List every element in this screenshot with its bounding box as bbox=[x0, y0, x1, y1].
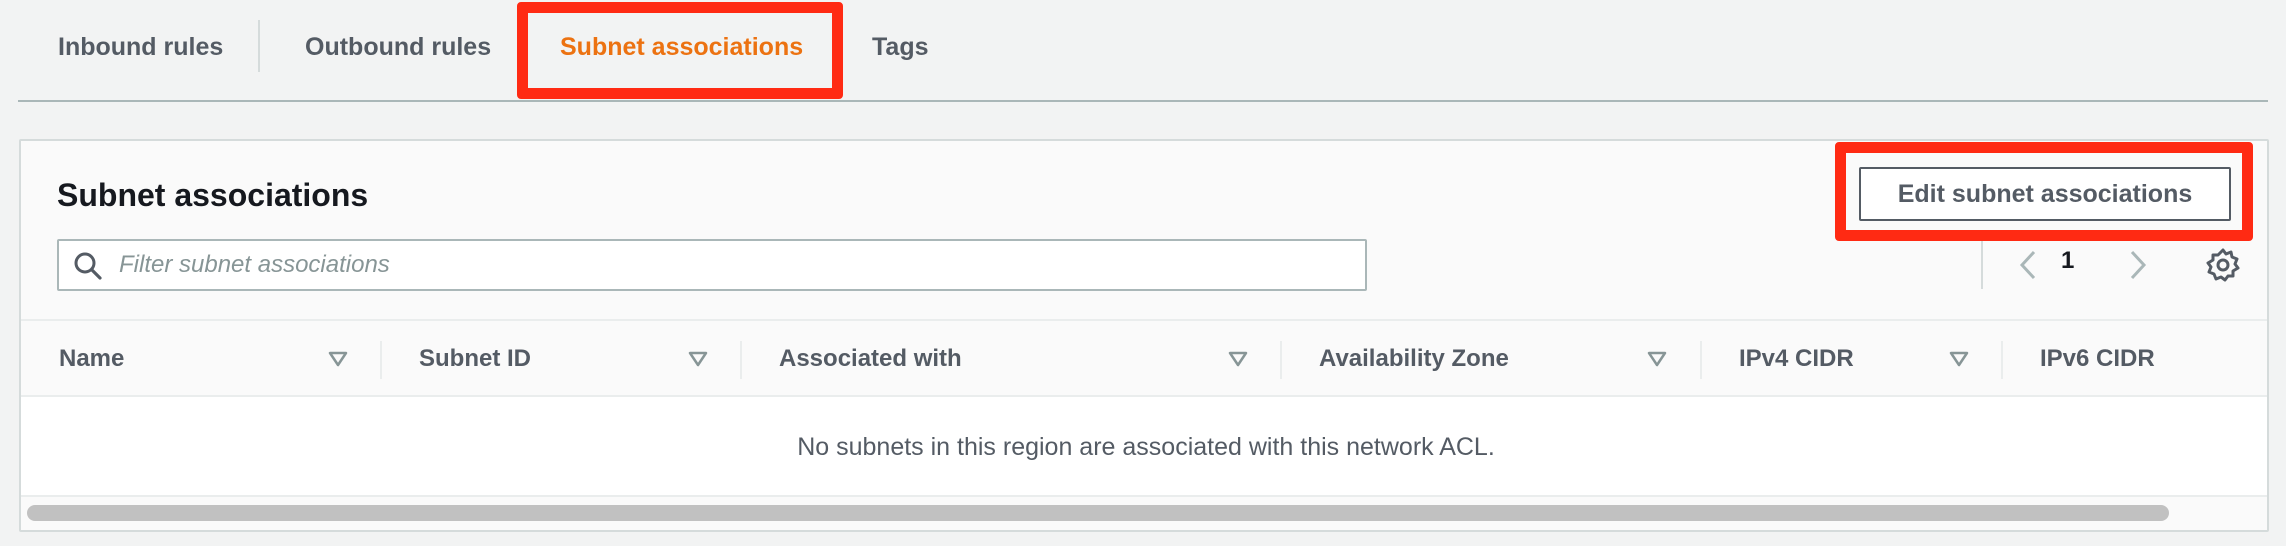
column-header-name[interactable]: Name bbox=[59, 321, 124, 397]
horizontal-scrollbar[interactable] bbox=[21, 497, 2267, 530]
empty-table-message: No subnets in this region are associated… bbox=[797, 432, 1495, 461]
highlight-box-tab bbox=[517, 2, 843, 99]
filter-search-box[interactable] bbox=[57, 239, 1367, 291]
tab-inbound-rules[interactable]: Inbound rules bbox=[58, 24, 223, 70]
chevron-left-icon[interactable] bbox=[2011, 247, 2047, 283]
column-header-ipv6-cidr[interactable]: IPv6 CIDR bbox=[2040, 321, 2155, 397]
table-header: Name Subnet ID Associated with Availabil… bbox=[21, 319, 2267, 397]
tab-outbound-rules[interactable]: Outbound rules bbox=[305, 24, 491, 70]
sort-caret-icon[interactable] bbox=[1949, 349, 1969, 369]
pagination-divider bbox=[1981, 239, 1983, 289]
tab-divider bbox=[258, 20, 260, 72]
tab-tags[interactable]: Tags bbox=[872, 24, 929, 70]
column-header-ipv4-cidr[interactable]: IPv4 CIDR bbox=[1739, 321, 1854, 397]
column-divider bbox=[380, 341, 382, 379]
subnet-associations-screen: Inbound rules Outbound rules Subnet asso… bbox=[0, 0, 2286, 546]
column-label: IPv4 CIDR bbox=[1739, 345, 1854, 372]
sort-caret-icon[interactable] bbox=[688, 349, 708, 369]
column-header-subnet-id[interactable]: Subnet ID bbox=[419, 321, 531, 397]
column-divider bbox=[740, 341, 742, 379]
scrollbar-thumb[interactable] bbox=[27, 505, 2169, 521]
table-body: No subnets in this region are associated… bbox=[21, 397, 2267, 497]
gear-icon[interactable] bbox=[2205, 247, 2241, 283]
column-divider bbox=[1280, 341, 1282, 379]
column-label: IPv6 CIDR bbox=[2040, 345, 2155, 372]
highlight-box-edit-button bbox=[1835, 142, 2253, 241]
chevron-right-icon[interactable] bbox=[2119, 247, 2155, 283]
column-label: Name bbox=[59, 345, 125, 372]
column-label: Subnet ID bbox=[419, 345, 531, 372]
column-label: Availability Zone bbox=[1319, 345, 1509, 372]
tab-bar: Inbound rules Outbound rules Subnet asso… bbox=[18, 0, 2268, 102]
sort-caret-icon[interactable] bbox=[328, 349, 348, 369]
sort-caret-icon[interactable] bbox=[1228, 349, 1248, 369]
column-label: Associated with bbox=[779, 345, 962, 372]
filter-search-input[interactable] bbox=[119, 241, 1349, 289]
search-icon bbox=[74, 252, 102, 280]
current-page-number[interactable]: 1 bbox=[2061, 247, 2074, 275]
panel-title: Subnet associations bbox=[57, 177, 369, 213]
column-divider bbox=[1700, 341, 1702, 379]
column-header-associated-with[interactable]: Associated with bbox=[779, 321, 962, 397]
column-divider bbox=[2001, 341, 2003, 379]
column-header-availability-zone[interactable]: Availability Zone bbox=[1319, 321, 1509, 397]
sort-caret-icon[interactable] bbox=[1647, 349, 1667, 369]
